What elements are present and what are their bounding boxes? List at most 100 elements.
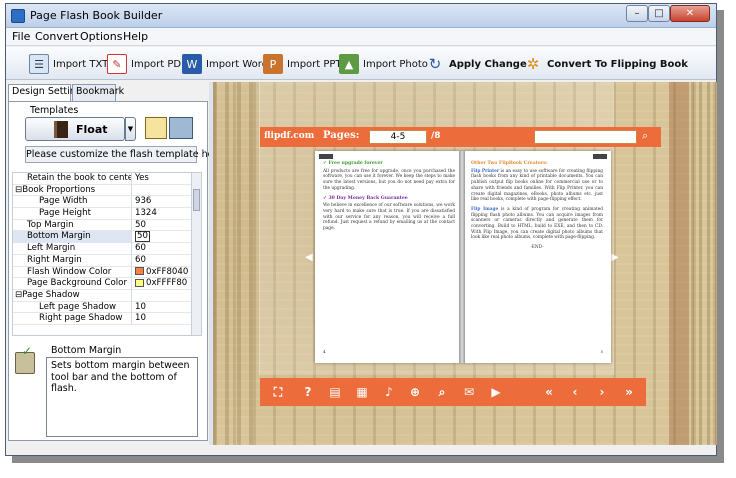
preview-canvas: flipdf.com Pages: 4-5 /8 ⌕ ◀ ▶ ✓ Free up… bbox=[213, 82, 717, 445]
property-value[interactable]: 1324 bbox=[135, 208, 157, 219]
property-name: Flash Window Color bbox=[13, 266, 132, 279]
autoplay-icon[interactable]: ▶ bbox=[488, 384, 504, 400]
next-page-icon[interactable]: › bbox=[594, 384, 610, 400]
property-value[interactable]: 60 bbox=[135, 243, 146, 254]
property-value[interactable]: 10 bbox=[135, 302, 146, 313]
menu-file[interactable]: File bbox=[12, 30, 30, 43]
tab-design-setting[interactable]: Design Setting bbox=[8, 84, 82, 102]
save-template-icon[interactable] bbox=[169, 117, 193, 139]
property-scrollbar[interactable] bbox=[191, 173, 201, 335]
property-value[interactable]: 50 bbox=[135, 231, 150, 243]
scrollbar-thumb[interactable] bbox=[193, 189, 200, 211]
next-page-arrow-icon[interactable]: ▶ bbox=[611, 252, 619, 263]
property-row[interactable]: Left Margin 60 bbox=[13, 243, 201, 255]
search-icon[interactable]: ⌕ bbox=[642, 129, 648, 143]
property-value-text: 0xFFFF80 bbox=[146, 278, 188, 289]
customize-template-button[interactable]: Please customize the flash template here bbox=[25, 146, 223, 163]
photo-icon: ▲ bbox=[339, 54, 359, 74]
color-swatch bbox=[135, 267, 144, 275]
check-icon: ✓ bbox=[22, 344, 33, 358]
search-icon[interactable]: ⌕ bbox=[434, 384, 450, 400]
print-icon[interactable]: ▤ bbox=[327, 384, 343, 400]
pdf-icon: ✎ bbox=[107, 54, 127, 74]
property-row[interactable]: Right Margin 60 bbox=[13, 254, 201, 267]
property-row[interactable]: Flash Window Color 0xFF8040 bbox=[13, 266, 201, 279]
close-button[interactable]: ✕ bbox=[670, 5, 710, 22]
zoom-in-icon[interactable]: ⊕ bbox=[407, 384, 423, 400]
flip-book[interactable]: ✓ Free upgrade forever All products are … bbox=[311, 151, 611, 363]
menu-convert[interactable]: Convert bbox=[35, 30, 79, 43]
menu-options[interactable]: Options bbox=[80, 30, 122, 43]
email-icon[interactable]: ✉ bbox=[461, 384, 477, 400]
property-row[interactable]: Top Margin 50 bbox=[13, 219, 201, 232]
property-row[interactable]: Left page Shadow 10 bbox=[13, 301, 201, 314]
edit-template-icon[interactable] bbox=[145, 117, 167, 139]
property-row[interactable]: Retain the book to center Yes bbox=[13, 173, 201, 185]
property-row[interactable]: Right page Shadow 10 bbox=[13, 313, 201, 325]
import-txt-button[interactable]: ☰ Import TXT bbox=[29, 52, 108, 76]
property-value[interactable]: 60 bbox=[135, 255, 146, 266]
page-tag bbox=[593, 154, 607, 159]
apply-change-button[interactable]: ↻ Apply Change bbox=[425, 52, 527, 76]
property-row[interactable]: Bottom Margin 50 bbox=[13, 231, 201, 244]
property-value[interactable]: 10 bbox=[135, 313, 146, 324]
search-input[interactable] bbox=[534, 130, 637, 144]
page-number: 5 bbox=[600, 349, 603, 355]
page-total: /8 bbox=[431, 131, 441, 141]
word-icon: W bbox=[182, 54, 202, 74]
property-row[interactable]: Page Background Color 0xFFFF80 bbox=[13, 278, 201, 290]
page-number: 4 bbox=[323, 349, 326, 355]
property-value-text: 0xFF8040 bbox=[146, 266, 189, 277]
thumbnails-icon[interactable]: ▦ bbox=[354, 384, 370, 400]
property-value[interactable]: 0xFF8040 bbox=[135, 267, 188, 278]
last-page-icon[interactable]: » bbox=[621, 384, 637, 400]
description-title: Bottom Margin bbox=[51, 345, 122, 356]
first-page-icon[interactable]: « bbox=[541, 384, 557, 400]
property-row[interactable]: ⊟Page Shadow bbox=[13, 289, 201, 302]
page-number-input[interactable]: 4-5 bbox=[369, 130, 427, 144]
import-ppt-button[interactable]: P Import PPT bbox=[263, 52, 342, 76]
apply-change-label: Apply Change bbox=[449, 58, 527, 70]
pages-label: Pages: bbox=[323, 130, 360, 141]
template-select-button[interactable]: Float bbox=[25, 117, 125, 141]
prev-page-icon[interactable]: ‹ bbox=[567, 384, 583, 400]
fullscreen-icon[interactable]: ⛶ bbox=[270, 384, 286, 400]
page-tag bbox=[319, 154, 333, 159]
property-name: Left page Shadow bbox=[13, 301, 132, 314]
property-value[interactable]: 50 bbox=[135, 220, 146, 231]
flash-bottom-bar: ⛶ ? ▤ ▦ ♪ ⊕ ⌕ ✉ ▶ « ‹ › » bbox=[260, 378, 646, 406]
page-heading: ✓ Free upgrade forever bbox=[323, 161, 383, 166]
property-row[interactable]: ⊟Book Proportions bbox=[13, 184, 201, 197]
page-paragraph: We believe in excellence of our software… bbox=[323, 203, 455, 232]
page-heading: Other Two FlipBook Creators: bbox=[471, 161, 548, 166]
menu-help[interactable]: Help bbox=[123, 30, 148, 43]
property-value[interactable]: 0xFFFF80 bbox=[135, 278, 187, 289]
minimize-button[interactable]: – bbox=[626, 5, 648, 22]
flash-top-bar: flipdf.com Pages: 4-5 /8 ⌕ bbox=[260, 127, 661, 147]
title-bar[interactable]: Page Flash Book Builder – □ ✕ bbox=[6, 4, 716, 28]
property-value[interactable]: Yes bbox=[135, 173, 149, 184]
template-dropdown-arrow[interactable]: ▼ bbox=[125, 117, 136, 141]
property-row[interactable]: Page Width 936 bbox=[13, 196, 201, 209]
tab-bookmark[interactable]: Bookmark bbox=[72, 84, 124, 101]
import-photo-button[interactable]: ▲ Import Photo bbox=[339, 52, 428, 76]
page-paragraph-text: is an easy to use software for creating … bbox=[471, 168, 603, 203]
ppt-icon: P bbox=[263, 54, 283, 74]
page-heading: ✓ 30 Day Money Back Guarantee bbox=[323, 195, 408, 201]
app-window: Page Flash Book Builder – □ ✕ File Conve… bbox=[5, 3, 717, 456]
sound-icon[interactable]: ♪ bbox=[381, 384, 397, 400]
property-row[interactable]: Page Height 1324 bbox=[13, 208, 201, 220]
import-word-button[interactable]: W Import Word bbox=[182, 52, 268, 76]
import-pdf-button[interactable]: ✎ Import PDF bbox=[107, 52, 187, 76]
book-spine bbox=[459, 151, 465, 363]
property-value[interactable]: 936 bbox=[135, 196, 151, 207]
property-name: Page Height bbox=[13, 208, 132, 220]
panel-tabs: Design Setting Bookmark bbox=[8, 84, 208, 102]
help-icon[interactable]: ? bbox=[300, 384, 316, 400]
maximize-button[interactable]: □ bbox=[648, 5, 670, 22]
convert-button[interactable]: ✲ Convert To Flipping Book bbox=[523, 52, 688, 76]
book-icon bbox=[54, 120, 68, 138]
book-page-left[interactable]: ✓ Free upgrade forever All products are … bbox=[315, 151, 463, 363]
description-text: Sets bottom margin between tool bar and … bbox=[46, 357, 198, 437]
book-page-right[interactable]: Other Two FlipBook Creators: Flip Printe… bbox=[463, 151, 611, 363]
